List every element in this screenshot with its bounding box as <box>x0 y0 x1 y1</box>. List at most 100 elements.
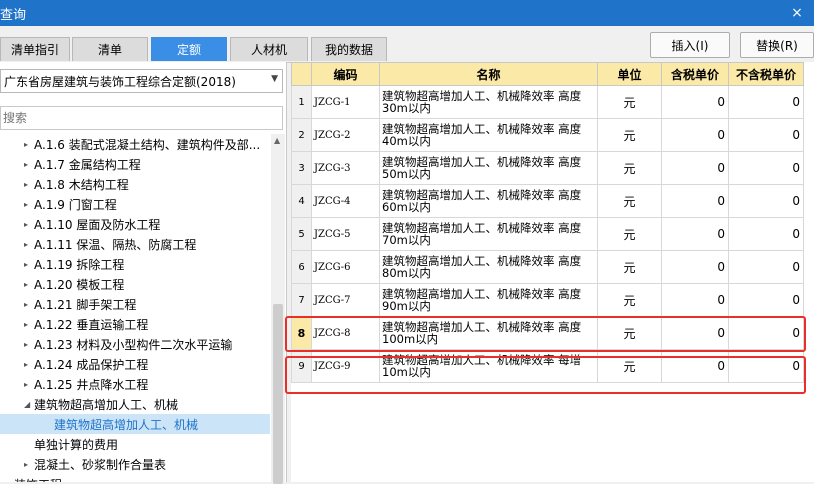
unit-cell[interactable]: 元 <box>597 250 662 284</box>
tree-node[interactable]: ▸ A.1.9 门窗工程 <box>0 194 270 214</box>
tab-labor-material-machine[interactable]: 人材机 <box>230 37 308 61</box>
chevron-down-icon[interactable]: ▼ <box>271 74 278 84</box>
tree-node[interactable]: ▸ A.1.23 材料及小型构件二次水平运输 <box>0 334 270 354</box>
price-notax-cell[interactable]: 0 <box>728 250 804 284</box>
row-number-cell[interactable]: 8 <box>291 316 312 350</box>
expanded-arrow-icon[interactable]: ◢ <box>24 400 34 409</box>
quota-library-select[interactable]: 广东省房屋建筑与装饰工程综合定额(2018) ▼ <box>0 69 283 93</box>
expand-arrow-icon[interactable]: ▸ <box>24 280 34 289</box>
tree-node[interactable]: ▸装饰工程 <box>0 474 270 483</box>
table-row[interactable]: 5 JZCG-5 建筑物超高增加人工、机械降效率 高度70m以内元 0 0 <box>291 217 804 251</box>
tree-node[interactable]: ▸ A.1.19 拆除工程 <box>0 254 270 274</box>
code-cell[interactable]: JZCG-1 <box>311 85 380 119</box>
code-cell[interactable]: JZCG-6 <box>311 250 380 284</box>
price-notax-cell[interactable]: 0 <box>728 151 804 185</box>
row-number-cell[interactable]: 9 <box>291 349 312 383</box>
tab-quota[interactable]: 定额 <box>151 37 227 61</box>
tree-node[interactable]: ▸ 混凝土、砂浆制作合量表 <box>0 454 270 474</box>
code-cell[interactable]: JZCG-9 <box>311 349 380 383</box>
code-cell[interactable]: JZCG-8 <box>311 316 380 350</box>
tree-scrollbar[interactable]: ▲ <box>271 134 285 484</box>
price-tax-cell[interactable]: 0 <box>661 118 729 152</box>
unit-cell[interactable]: 元 <box>597 316 662 350</box>
price-tax-cell[interactable]: 0 <box>661 250 729 284</box>
name-cell[interactable]: 建筑物超高增加人工、机械降效率 高度50m以内 <box>379 151 598 185</box>
expand-arrow-icon[interactable]: ▸ <box>24 340 34 349</box>
name-cell[interactable]: 建筑物超高增加人工、机械降效率 每增10m以内 <box>379 349 598 383</box>
code-cell[interactable]: JZCG-5 <box>311 217 380 251</box>
price-notax-cell[interactable]: 0 <box>728 85 804 119</box>
name-cell[interactable]: 建筑物超高增加人工、机械降效率 高度100m以内 <box>379 316 598 350</box>
price-tax-cell[interactable]: 0 <box>661 217 729 251</box>
tab-bill-guide[interactable]: 清单指引 <box>0 37 70 61</box>
column-header-price-notax[interactable]: 不含税单价 <box>728 62 804 86</box>
search-input[interactable] <box>0 106 283 130</box>
tree-node[interactable]: ▸ A.1.6 装配式混凝土结构、建筑构件及部... <box>0 134 270 154</box>
name-cell[interactable]: 建筑物超高增加人工、机械降效率 高度40m以内 <box>379 118 598 152</box>
expand-arrow-icon[interactable]: ▸ <box>24 460 34 469</box>
tree-node[interactable]: ▸ A.1.20 模板工程 <box>0 274 270 294</box>
price-tax-cell[interactable]: 0 <box>661 316 729 350</box>
tree-node[interactable]: ▸ A.1.22 垂直运输工程 <box>0 314 270 334</box>
price-tax-cell[interactable]: 0 <box>661 184 729 218</box>
unit-cell[interactable]: 元 <box>597 151 662 185</box>
unit-cell[interactable]: 元 <box>597 118 662 152</box>
close-icon[interactable]: × <box>780 0 814 26</box>
expand-arrow-icon[interactable]: ▸ <box>24 180 34 189</box>
tab-my-data[interactable]: 我的数据 <box>311 37 387 61</box>
row-number-cell[interactable]: 7 <box>291 283 312 317</box>
name-cell[interactable]: 建筑物超高增加人工、机械降效率 高度90m以内 <box>379 283 598 317</box>
unit-cell[interactable]: 元 <box>597 184 662 218</box>
column-header-name[interactable]: 名称 <box>379 62 598 86</box>
unit-cell[interactable]: 元 <box>597 349 662 383</box>
tree-node[interactable]: ▸ A.1.10 屋面及防水工程 <box>0 214 270 234</box>
name-cell[interactable]: 建筑物超高增加人工、机械降效率 高度70m以内 <box>379 217 598 251</box>
price-tax-cell[interactable]: 0 <box>661 283 729 317</box>
tab-bill[interactable]: 清单 <box>72 37 148 61</box>
row-number-cell[interactable]: 4 <box>291 184 312 218</box>
scroll-up-icon[interactable]: ▲ <box>274 136 280 145</box>
price-notax-cell[interactable]: 0 <box>728 118 804 152</box>
unit-cell[interactable]: 元 <box>597 217 662 251</box>
tree-node[interactable]: 单独计算的费用 <box>0 434 270 454</box>
name-cell[interactable]: 建筑物超高增加人工、机械降效率 高度80m以内 <box>379 250 598 284</box>
tree-node[interactable]: ▸ A.1.24 成品保护工程 <box>0 354 270 374</box>
table-row[interactable]: 3 JZCG-3 建筑物超高增加人工、机械降效率 高度50m以内元 0 0 <box>291 151 804 185</box>
price-tax-cell[interactable]: 0 <box>661 349 729 383</box>
row-number-cell[interactable]: 1 <box>291 85 312 119</box>
price-notax-cell[interactable]: 0 <box>728 349 804 383</box>
row-number-cell[interactable]: 2 <box>291 118 312 152</box>
column-header-code[interactable]: 编码 <box>311 62 380 86</box>
expand-arrow-icon[interactable]: ▸ <box>24 320 34 329</box>
expand-arrow-icon[interactable]: ▸ <box>24 300 34 309</box>
table-row[interactable]: 2 JZCG-2 建筑物超高增加人工、机械降效率 高度40m以内元 0 0 <box>291 118 804 152</box>
expand-arrow-icon[interactable]: ▸ <box>24 200 34 209</box>
row-number-cell[interactable]: 3 <box>291 151 312 185</box>
tree-node[interactable]: 建筑物超高增加人工、机械 <box>0 414 270 434</box>
table-row[interactable]: 7 JZCG-7 建筑物超高增加人工、机械降效率 高度90m以内元 0 0 <box>291 283 804 317</box>
code-cell[interactable]: JZCG-7 <box>311 283 380 317</box>
tree-node[interactable]: ▸ A.1.11 保温、隔热、防腐工程 <box>0 234 270 254</box>
expand-arrow-icon[interactable]: ▸ <box>24 240 34 249</box>
expand-arrow-icon[interactable]: ▸ <box>24 360 34 369</box>
name-cell[interactable]: 建筑物超高增加人工、机械降效率 高度60m以内 <box>379 184 598 218</box>
expand-arrow-icon[interactable]: ▸ <box>24 220 34 229</box>
code-cell[interactable]: JZCG-4 <box>311 184 380 218</box>
tree-node[interactable]: ◢ 建筑物超高增加人工、机械 <box>0 394 270 414</box>
price-tax-cell[interactable]: 0 <box>661 151 729 185</box>
table-row[interactable]: 6 JZCG-6 建筑物超高增加人工、机械降效率 高度80m以内元 0 0 <box>291 250 804 284</box>
table-row[interactable]: 9 JZCG-9 建筑物超高增加人工、机械降效率 每增10m以内元 0 0 <box>291 349 804 383</box>
unit-cell[interactable]: 元 <box>597 283 662 317</box>
expand-arrow-icon[interactable]: ▸ <box>24 380 34 389</box>
code-cell[interactable]: JZCG-2 <box>311 118 380 152</box>
replace-button[interactable]: 替换(R) <box>740 32 814 58</box>
row-number-cell[interactable]: 5 <box>291 217 312 251</box>
price-tax-cell[interactable]: 0 <box>661 85 729 119</box>
table-row[interactable]: 8 JZCG-8 建筑物超高增加人工、机械降效率 高度100m以内元 0 0 <box>291 316 804 350</box>
price-notax-cell[interactable]: 0 <box>728 316 804 350</box>
expand-arrow-icon[interactable]: ▸ <box>24 260 34 269</box>
tree-node[interactable]: ▸ A.1.8 木结构工程 <box>0 174 270 194</box>
column-header-price-tax[interactable]: 含税单价 <box>661 62 729 86</box>
scrollbar-thumb[interactable] <box>273 304 283 484</box>
name-cell[interactable]: 建筑物超高增加人工、机械降效率 高度30m以内 <box>379 85 598 119</box>
